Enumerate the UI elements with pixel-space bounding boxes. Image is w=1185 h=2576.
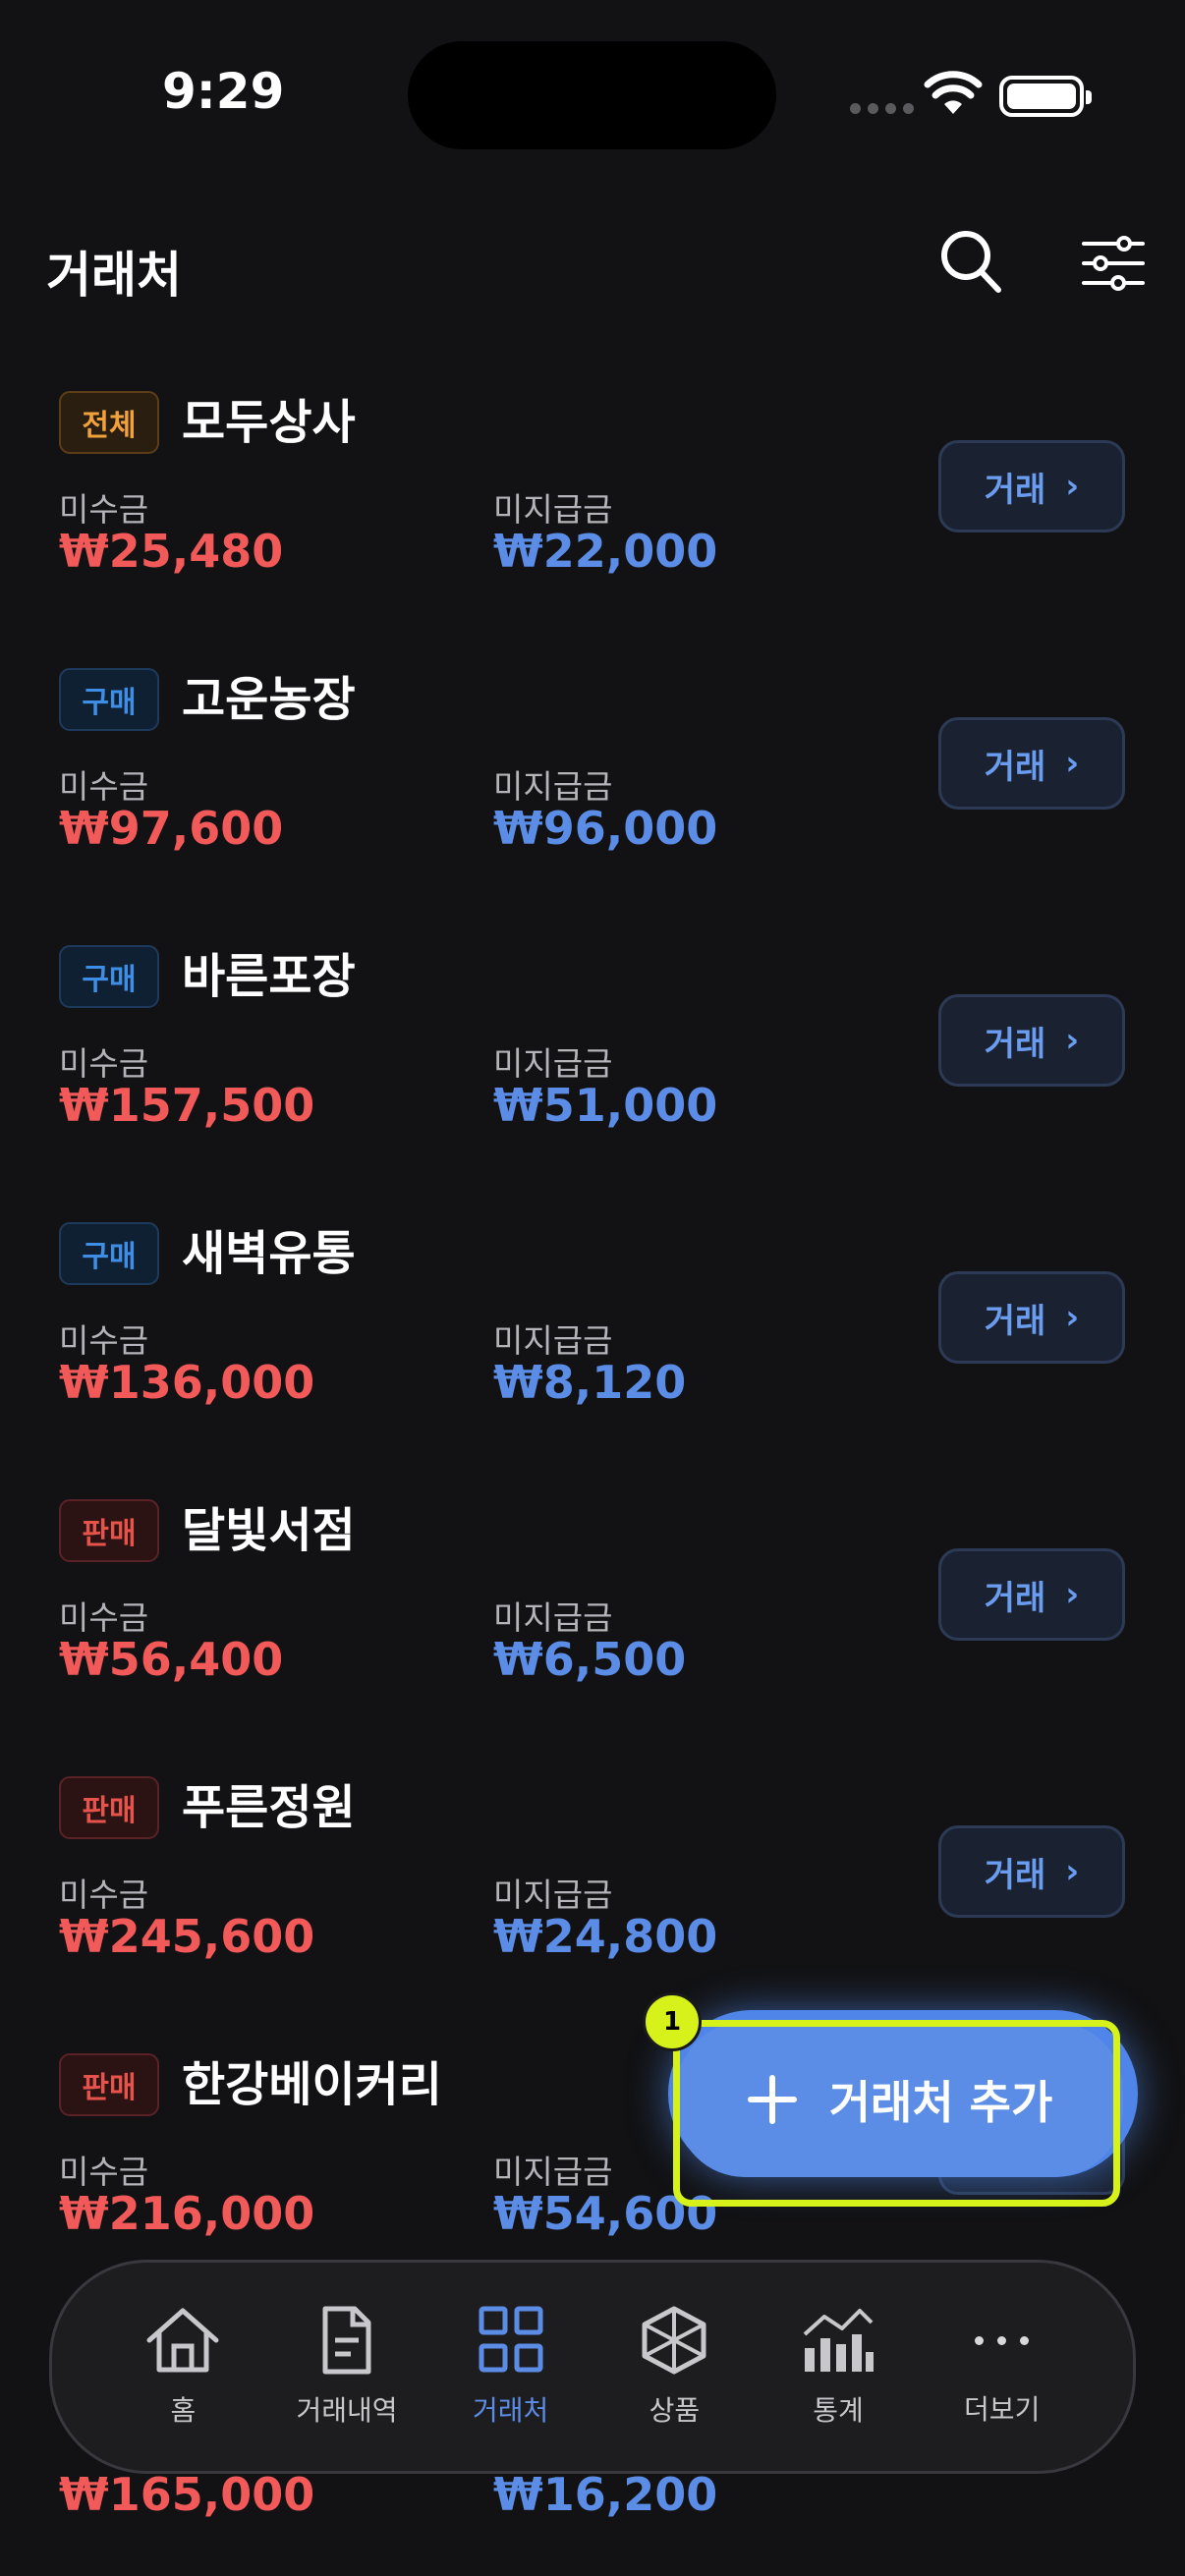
partner-name: 모두상사 <box>182 395 356 450</box>
nav-item-home[interactable]: 홈 <box>101 2305 265 2429</box>
receivable-label: 미수금 <box>59 2153 149 2191</box>
cube-icon <box>642 2306 706 2375</box>
nav-item-stats[interactable]: 통계 <box>757 2305 921 2429</box>
nav-label: 통계 <box>813 2394 864 2427</box>
payable-label: 미지급금 <box>493 1321 613 1360</box>
payable-amount: ₩24,800 <box>493 1910 718 1963</box>
grid-icon <box>479 2306 543 2373</box>
receivable-label: 미수금 <box>59 767 149 806</box>
category-badge: 전체 <box>59 391 159 454</box>
receivable-amount: ₩216,000 <box>59 2187 315 2240</box>
deal-button[interactable]: 거래 › <box>938 717 1125 810</box>
partner-name: 한강베이커리 <box>182 2057 442 2112</box>
deal-button[interactable]: 거래 › <box>938 440 1125 532</box>
receivable-amount: ₩165,000 <box>59 2468 315 2521</box>
deal-button-label: 거래 <box>984 470 1046 510</box>
chevron-right-icon: › <box>1065 744 1080 783</box>
chevron-right-icon: › <box>1065 467 1080 506</box>
payable-amount: ₩8,120 <box>493 1356 687 1409</box>
partner-name: 달빛서점 <box>182 1503 356 1558</box>
receivable-label: 미수금 <box>59 1321 149 1360</box>
list-item[interactable]: 구매 고운농장 미수금 미지급금 ₩97,600 ₩96,000 거래 › <box>0 662 1185 939</box>
category-badge: 구매 <box>59 1222 159 1285</box>
deal-button-label: 거래 <box>984 1301 1046 1341</box>
receivable-amount: ₩245,600 <box>59 1910 315 1963</box>
category-badge: 판매 <box>59 2053 159 2116</box>
wifi-icon <box>924 71 983 114</box>
deal-button-label: 거래 <box>984 1855 1046 1895</box>
receivable-amount: ₩136,000 <box>59 1356 315 1409</box>
bottom-nav: 홈 거래내역 거래처 상품 통계 더보기 <box>49 2260 1136 2474</box>
payable-label: 미지급금 <box>493 1044 613 1083</box>
chevron-right-icon: › <box>1065 1852 1080 1891</box>
dynamic-island <box>408 41 776 149</box>
nav-item-products[interactable]: 상품 <box>592 2305 757 2429</box>
deal-button[interactable]: 거래 › <box>938 994 1125 1087</box>
list-item[interactable]: 전체 모두상사 미수금 미지급금 ₩25,480 ₩22,000 거래 › <box>0 385 1185 662</box>
receivable-amount: ₩25,480 <box>59 525 284 578</box>
chart-icon <box>803 2309 875 2372</box>
nav-label: 홈 <box>170 2394 197 2427</box>
payable-label: 미지급금 <box>493 490 613 529</box>
nav-label: 상품 <box>649 2394 701 2427</box>
deal-button-label: 거래 <box>984 747 1046 787</box>
nav-label: 더보기 <box>964 2393 1041 2426</box>
receivable-label: 미수금 <box>59 1598 149 1637</box>
deal-button[interactable]: 거래 › <box>938 1825 1125 1918</box>
home-icon <box>146 2308 219 2373</box>
highlight-box <box>673 2020 1120 2207</box>
search-icon[interactable] <box>938 228 1003 297</box>
list-item[interactable]: 구매 바른포장 미수금 미지급금 ₩157,500 ₩51,000 거래 › <box>0 939 1185 1216</box>
category-badge: 판매 <box>59 1776 159 1839</box>
page-title: 거래처 <box>46 247 182 304</box>
payable-amount: ₩22,000 <box>493 525 718 578</box>
annotation-marker: 1 <box>643 1992 702 2051</box>
receivable-label: 미수금 <box>59 1876 149 1914</box>
nav-item-partners[interactable]: 거래처 <box>428 2305 592 2429</box>
deal-button-label: 거래 <box>984 1578 1046 1618</box>
payable-amount: ₩51,000 <box>493 1079 718 1132</box>
list-item[interactable]: 판매 달빛서점 미수금 미지급금 ₩56,400 ₩6,500 거래 › <box>0 1493 1185 1770</box>
list-item[interactable]: 구매 새벽유통 미수금 미지급금 ₩136,000 ₩8,120 거래 › <box>0 1216 1185 1493</box>
nav-label: 거래내역 <box>296 2394 398 2427</box>
list-item[interactable]: 판매 푸른정원 미수금 미지급금 ₩245,600 ₩24,800 거래 › <box>0 1770 1185 2047</box>
category-badge: 구매 <box>59 945 159 1008</box>
category-badge: 판매 <box>59 1499 159 1562</box>
payable-label: 미지급금 <box>493 2153 613 2191</box>
deal-button-label: 거래 <box>984 1024 1046 1064</box>
receivable-amount: ₩157,500 <box>59 1079 315 1132</box>
nav-item-more[interactable]: 더보기 <box>920 2306 1084 2428</box>
receivable-amount: ₩56,400 <box>59 1633 284 1686</box>
partner-name: 고운농장 <box>182 672 356 727</box>
partner-name: 새벽유통 <box>182 1226 356 1281</box>
category-badge: 구매 <box>59 668 159 731</box>
chevron-right-icon: › <box>1065 1575 1080 1614</box>
nav-label: 거래처 <box>473 2394 549 2427</box>
chevron-right-icon: › <box>1065 1021 1080 1060</box>
receivable-label: 미수금 <box>59 490 149 529</box>
receivable-label: 미수금 <box>59 1044 149 1083</box>
payable-amount: ₩96,000 <box>493 802 718 855</box>
payable-label: 미지급금 <box>493 767 613 806</box>
receivable-amount: ₩97,600 <box>59 802 284 855</box>
chevron-right-icon: › <box>1065 1298 1080 1337</box>
deal-button[interactable]: 거래 › <box>938 1548 1125 1641</box>
partner-name: 푸른정원 <box>182 1780 356 1835</box>
payable-label: 미지급금 <box>493 1598 613 1637</box>
partner-name: 바른포장 <box>182 949 356 1004</box>
filter-icon[interactable] <box>1081 236 1146 291</box>
payable-label: 미지급금 <box>493 1876 613 1914</box>
document-icon <box>322 2306 371 2375</box>
battery-icon <box>999 76 1092 117</box>
deal-button[interactable]: 거래 › <box>938 1271 1125 1364</box>
more-icon <box>975 2306 1030 2375</box>
payable-amount: ₩16,200 <box>493 2468 718 2521</box>
nav-item-history[interactable]: 거래내역 <box>265 2305 429 2429</box>
signal-icon <box>850 103 914 114</box>
status-time: 9:29 <box>162 63 285 120</box>
payable-amount: ₩6,500 <box>493 1633 687 1686</box>
